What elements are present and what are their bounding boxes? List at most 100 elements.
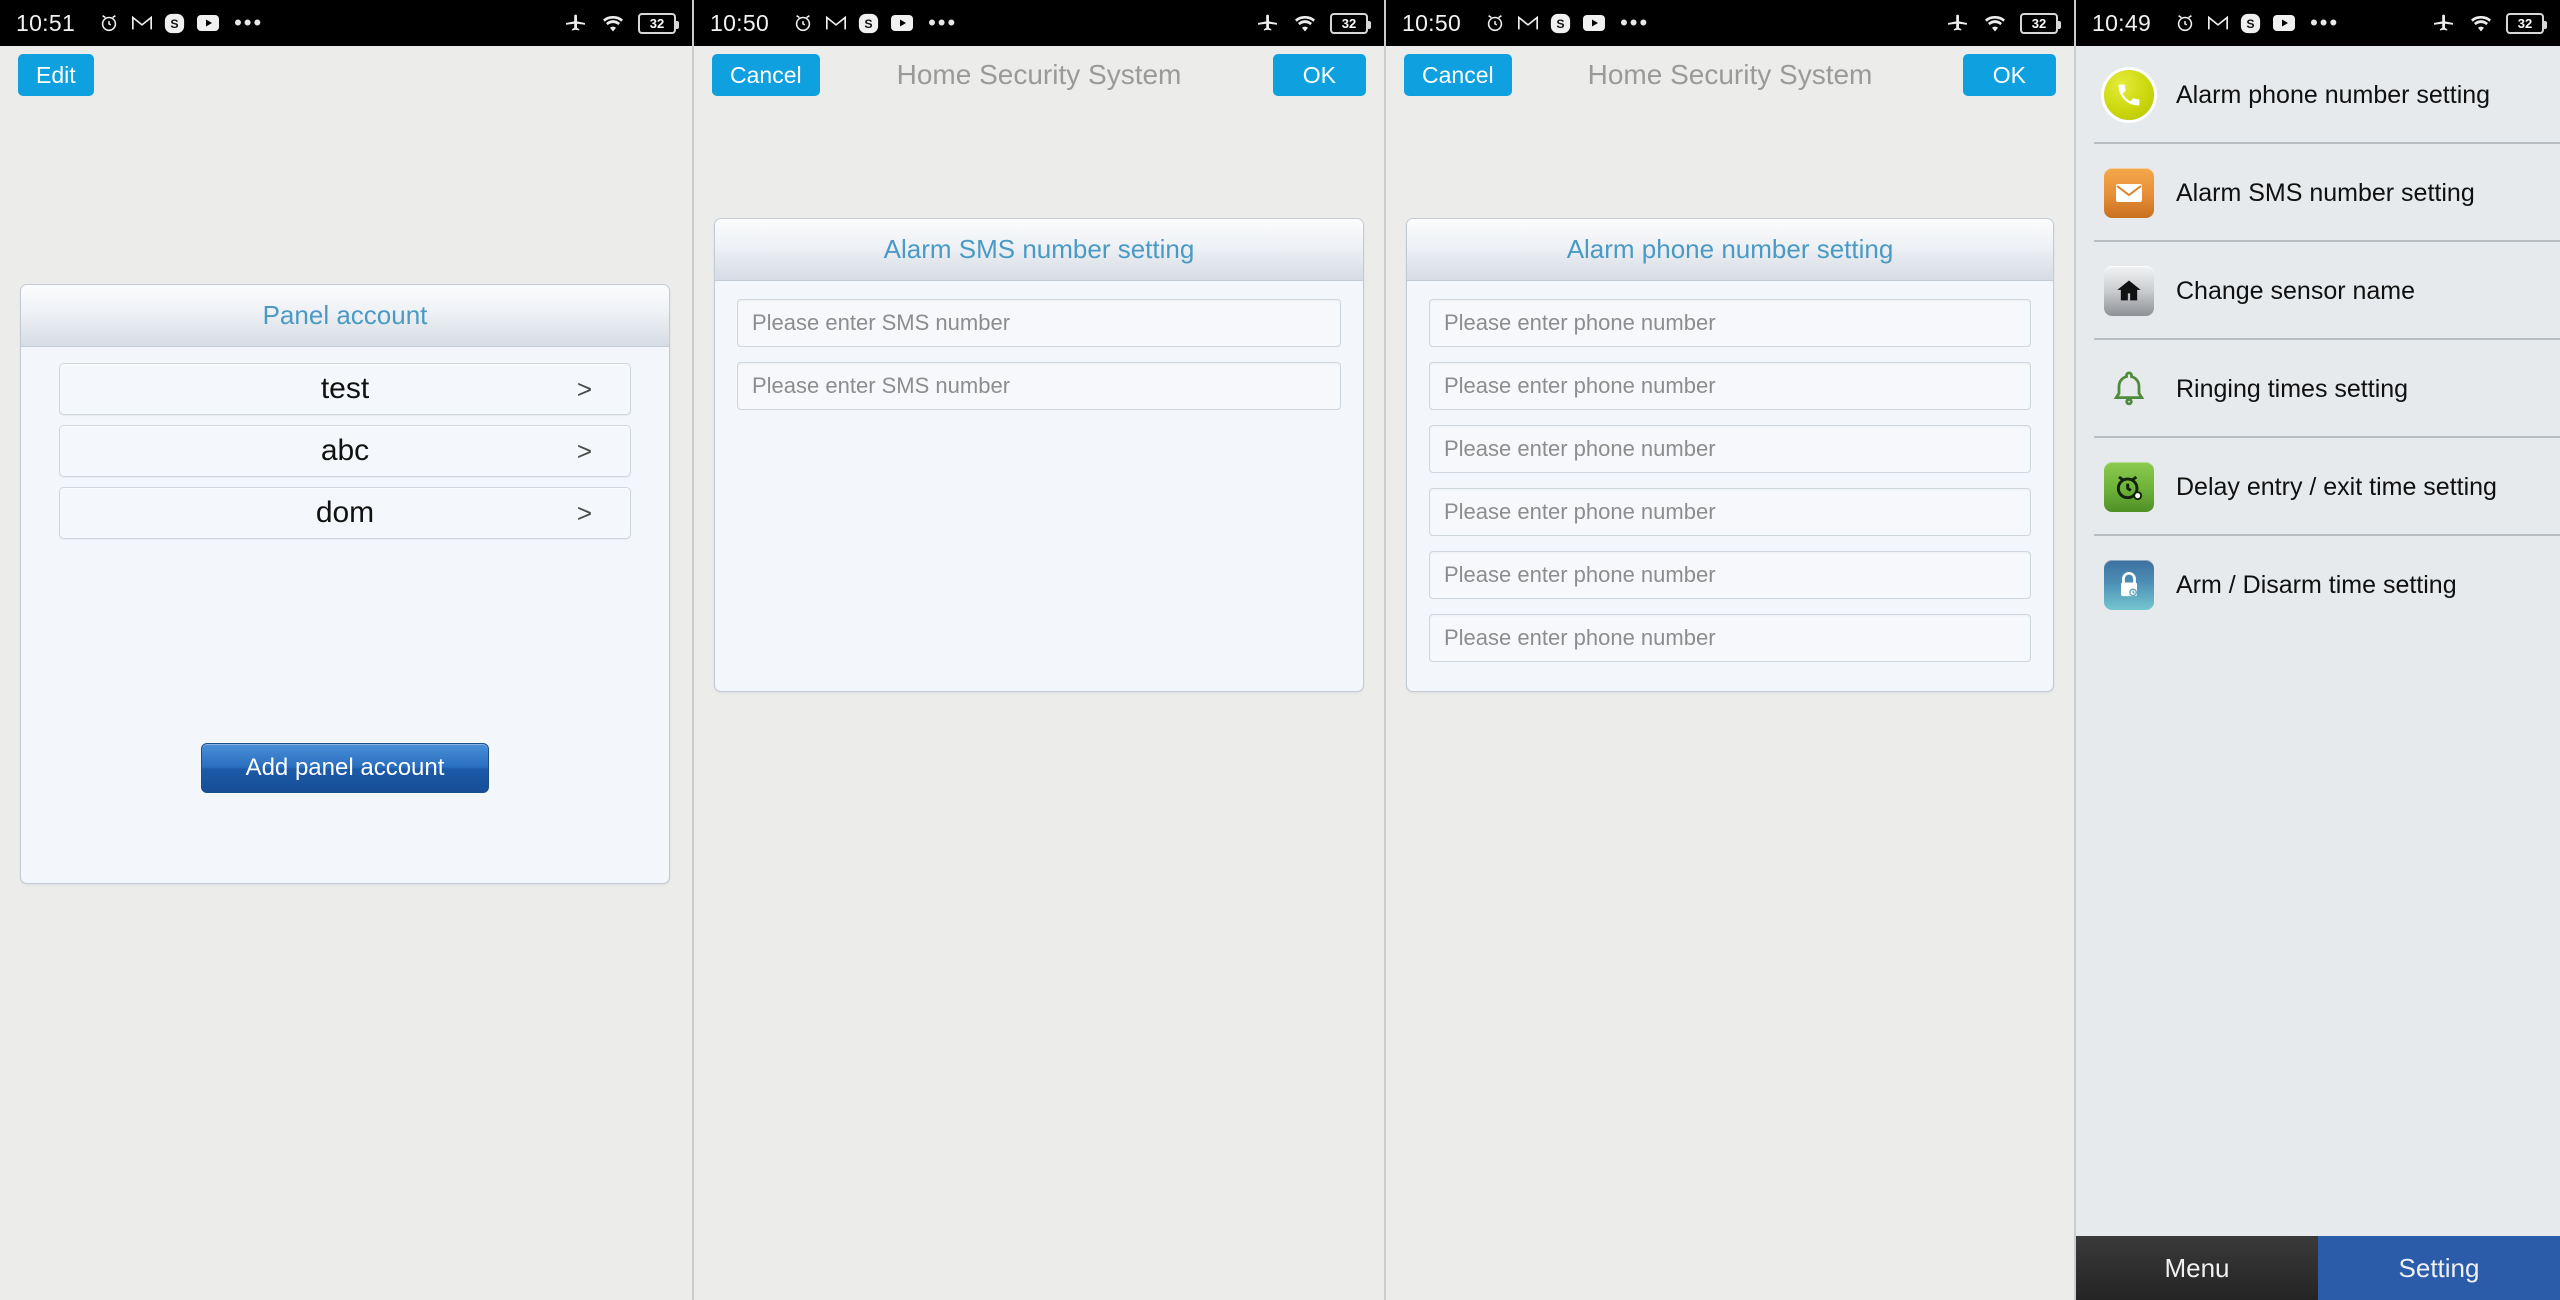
sms-number-input[interactable] — [737, 299, 1341, 347]
battery-level: 32 — [1342, 16, 1356, 31]
menu-item-label: Delay entry / exit time setting — [2176, 473, 2497, 502]
ok-button[interactable]: OK — [1963, 54, 2056, 96]
sms-number-input[interactable] — [737, 362, 1341, 410]
list-item[interactable]: test > — [59, 363, 631, 415]
panel-account-card-title: Panel account — [21, 285, 669, 347]
more-icon: ••• — [234, 12, 263, 34]
add-panel-account-button[interactable]: Add panel account — [201, 743, 489, 793]
panel-account-card: Panel account test > abc > dom > Add pan… — [20, 284, 670, 884]
menu-item-alarm-sms-number-setting[interactable]: Alarm SMS number setting — [2076, 144, 2560, 242]
menu-item-delay-entry-exit-time-setting[interactable]: Delay entry / exit time setting — [2076, 438, 2560, 536]
youtube-icon — [2272, 14, 2296, 32]
status-bar-left: 10:50 S ••• — [1402, 10, 1649, 37]
alarm-icon — [2174, 12, 2196, 34]
phone-number-input[interactable] — [1429, 425, 2031, 473]
panel-account-list: test > abc > dom > — [21, 347, 669, 571]
edit-toolbar: Edit — [0, 46, 692, 104]
account-name: dom — [316, 496, 374, 530]
bell-icon — [2104, 364, 2154, 414]
alarm-clock-icon — [2104, 462, 2154, 512]
menu-item-arm-disarm-time-setting[interactable]: Arm / Disarm time setting — [2076, 536, 2560, 634]
battery-icon: 32 — [638, 13, 676, 34]
status-bar-left: 10:51 S ••• — [16, 10, 263, 37]
phone-number-input[interactable] — [1429, 488, 2031, 536]
more-icon: ••• — [1620, 12, 1649, 34]
phone-number-input[interactable] — [1429, 614, 2031, 662]
more-icon: ••• — [928, 12, 957, 34]
gmail-icon — [131, 14, 153, 32]
wifi-icon — [1293, 14, 1317, 33]
alarm-sms-number-card: Alarm SMS number setting — [714, 218, 1364, 692]
menu-item-label: Change sensor name — [2176, 277, 2415, 306]
panel-phone-setting-screen: 10:50 S ••• — [1386, 0, 2076, 1300]
list-item[interactable]: abc > — [59, 425, 631, 477]
alarm-icon — [98, 12, 120, 34]
status-time: 10:50 — [1402, 10, 1461, 37]
phone-icon — [2104, 70, 2154, 120]
menu-item-label: Arm / Disarm time setting — [2176, 571, 2457, 600]
phone-number-input[interactable] — [1429, 362, 2031, 410]
menu-item-change-sensor-name[interactable]: Change sensor name — [2076, 242, 2560, 340]
status-bar: 10:50 S ••• — [1386, 0, 2074, 46]
phone-number-input[interactable] — [1429, 551, 2031, 599]
status-bar-left: 10:50 S ••• — [710, 10, 957, 37]
battery-icon: 32 — [1330, 13, 1368, 34]
gmail-icon — [825, 14, 847, 32]
edit-button[interactable]: Edit — [18, 54, 94, 96]
status-time: 10:51 — [16, 10, 75, 37]
status-time: 10:50 — [710, 10, 769, 37]
wifi-icon — [1983, 14, 2007, 33]
youtube-icon — [196, 14, 220, 32]
menu-item-ringing-times-setting[interactable]: Ringing times setting — [2076, 340, 2560, 438]
svg-text:S: S — [2246, 16, 2254, 30]
alarm-phone-fields — [1407, 281, 2053, 691]
ok-button[interactable]: OK — [1273, 54, 1366, 96]
cancel-button[interactable]: Cancel — [712, 54, 820, 96]
skype-icon: S — [1550, 13, 1571, 34]
home-icon — [2104, 266, 2154, 316]
alarm-icon — [792, 12, 814, 34]
alarm-icon — [1484, 12, 1506, 34]
wifi-icon — [2469, 14, 2493, 33]
screenshot-root: 10:51 S ••• — [0, 0, 2560, 1300]
chevron-right-icon: > — [577, 374, 592, 405]
svg-text:S: S — [170, 16, 178, 30]
menu-item-label: Alarm phone number setting — [2176, 81, 2490, 110]
lock-clock-icon — [2104, 560, 2154, 610]
battery-level: 32 — [650, 16, 664, 31]
status-time: 10:49 — [2092, 10, 2151, 37]
menu-item-alarm-phone-number-setting[interactable]: Alarm phone number setting — [2076, 46, 2560, 144]
status-bar-right: 32 — [1946, 0, 2058, 46]
battery-level: 32 — [2518, 16, 2532, 31]
phone-number-input[interactable] — [1429, 299, 2031, 347]
panel-settings-menu-screen: 10:49 S ••• — [2076, 0, 2560, 1300]
skype-icon: S — [2240, 13, 2261, 34]
account-name: abc — [321, 434, 369, 468]
youtube-icon — [1582, 14, 1606, 32]
battery-icon: 32 — [2020, 13, 2058, 34]
alarm-phone-card-title: Alarm phone number setting — [1407, 219, 2053, 281]
panel-sms-setting-screen: 10:50 S ••• — [694, 0, 1386, 1300]
status-bar-right: 32 — [564, 0, 676, 46]
status-bar: 10:49 S ••• — [2076, 0, 2560, 46]
menu-item-label: Ringing times setting — [2176, 375, 2408, 404]
nav-bar: Cancel Home Security System OK — [1386, 46, 2074, 104]
account-name: test — [321, 372, 369, 406]
alarm-sms-card-title: Alarm SMS number setting — [715, 219, 1363, 281]
panel-account-screen: 10:51 S ••• — [0, 0, 694, 1300]
list-item[interactable]: dom > — [59, 487, 631, 539]
tab-menu[interactable]: Menu — [2076, 1236, 2318, 1300]
tab-setting[interactable]: Setting — [2318, 1236, 2560, 1300]
envelope-icon — [2104, 168, 2154, 218]
cancel-button[interactable]: Cancel — [1404, 54, 1512, 96]
skype-icon: S — [858, 13, 879, 34]
status-bar-right: 32 — [2432, 0, 2544, 46]
wifi-icon — [601, 14, 625, 33]
status-bar-left: 10:49 S ••• — [2092, 10, 2339, 37]
airplane-icon — [1946, 11, 1970, 35]
chevron-right-icon: > — [577, 436, 592, 467]
status-bar: 10:51 S ••• — [0, 0, 692, 46]
alarm-phone-number-card: Alarm phone number setting — [1406, 218, 2054, 692]
chevron-right-icon: > — [577, 498, 592, 529]
nav-bar: Cancel Home Security System OK — [694, 46, 1384, 104]
